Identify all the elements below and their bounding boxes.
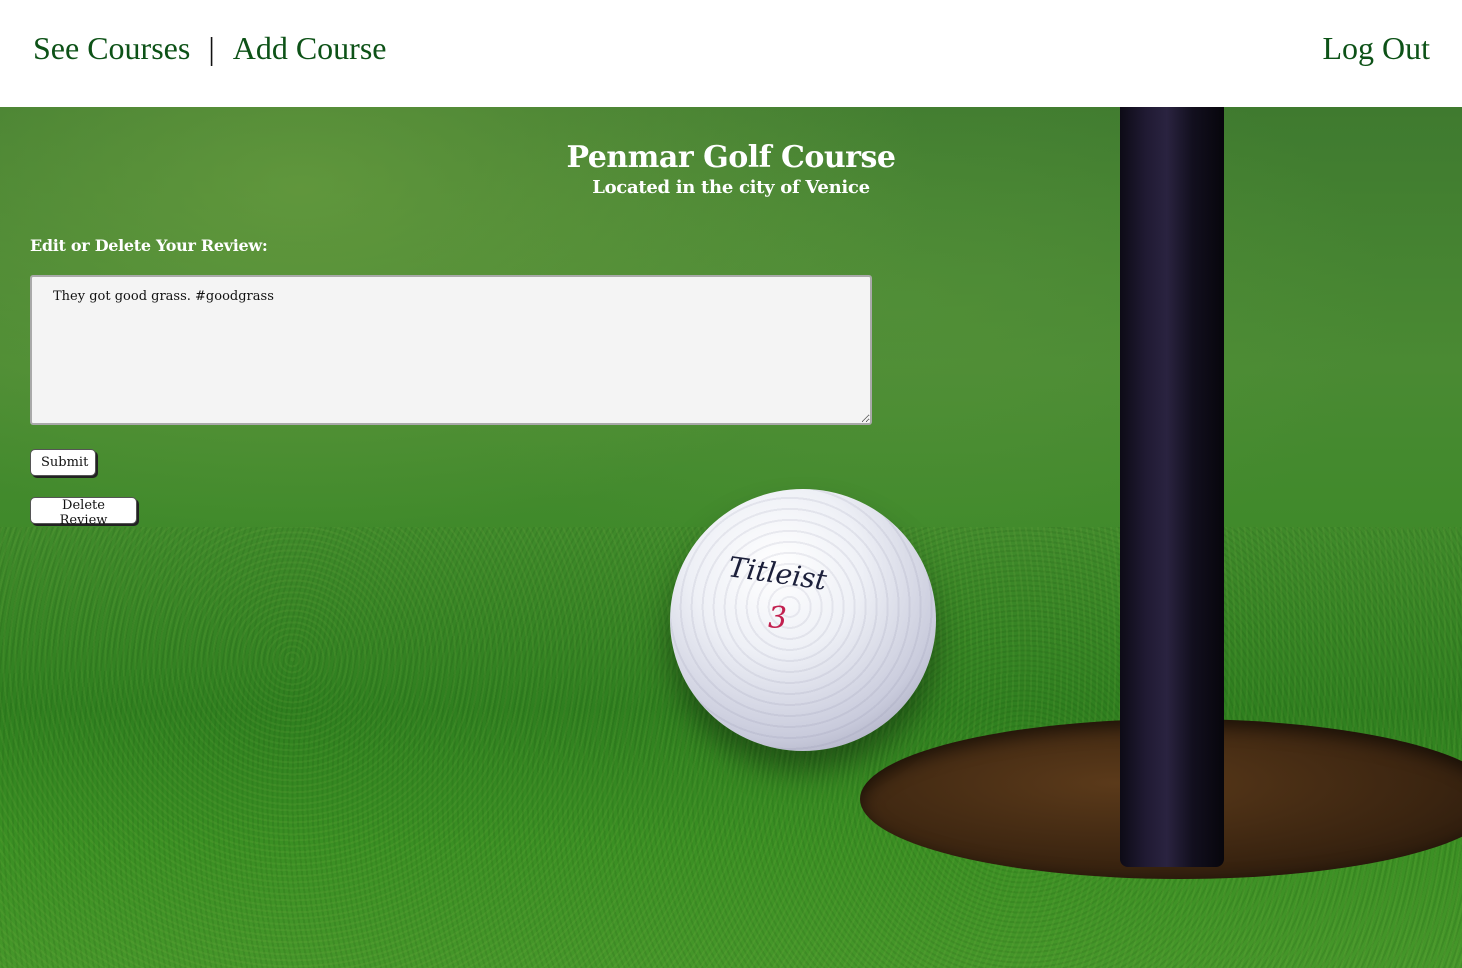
review-textarea[interactable]: They got good grass. #goodgrass	[30, 275, 872, 425]
nav-link-log-out[interactable]: Log Out	[1322, 30, 1430, 66]
flag-pole	[1120, 107, 1224, 867]
golf-ball-brand: Titleist	[726, 550, 829, 597]
nav-separator: |	[208, 30, 215, 66]
course-title: Penmar Golf Course	[566, 140, 896, 175]
nav-link-add-course[interactable]: Add Course	[233, 30, 387, 66]
top-navbar: See Courses | Add Course Log Out	[0, 0, 1462, 107]
review-form-heading: Edit or Delete Your Review:	[30, 236, 268, 255]
delete-review-button[interactable]: Delete Review	[30, 497, 137, 528]
course-location: Located in the city of Venice	[592, 177, 870, 198]
nav-left-group: See Courses | Add Course	[33, 30, 386, 67]
nav-link-see-courses[interactable]: See Courses	[33, 30, 190, 66]
golf-ball-number: 3	[768, 601, 788, 636]
nav-right-group: Log Out	[1322, 30, 1430, 67]
golf-ball-image: Titleist 3	[670, 489, 936, 751]
submit-button[interactable]: Submit	[30, 449, 96, 476]
